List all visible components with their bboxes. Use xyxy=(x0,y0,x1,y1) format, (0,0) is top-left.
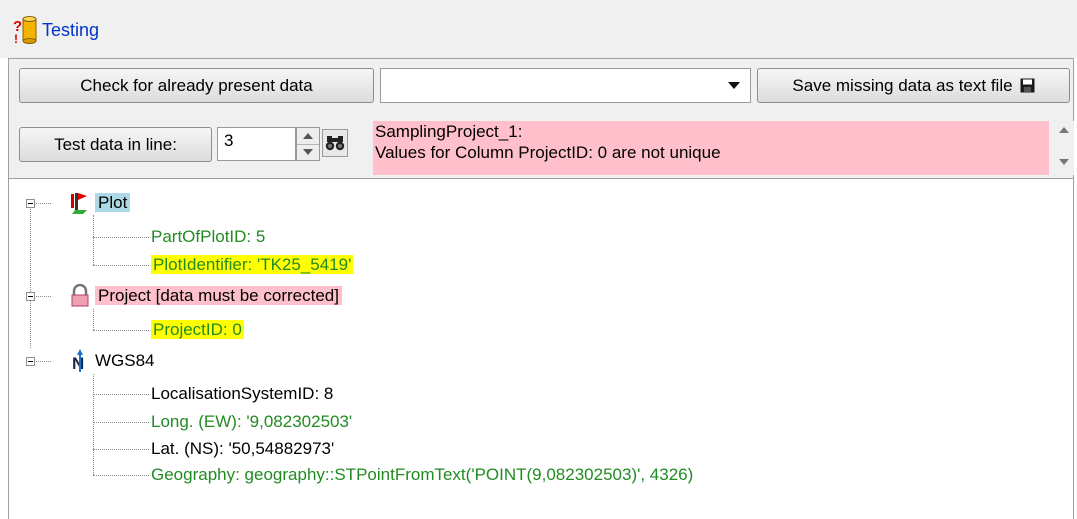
tree-leaf[interactable]: PlotIdentifier: 'TK25_5419' xyxy=(151,253,354,277)
scroll-up-icon[interactable] xyxy=(1059,127,1069,133)
tree-node-plot[interactable]: Plot xyxy=(95,191,131,215)
tree-node-project[interactable]: Project [data must be corrected] xyxy=(95,284,342,308)
check-present-data-button[interactable]: Check for already present data xyxy=(19,68,374,103)
chevron-down-icon[interactable] xyxy=(728,82,740,89)
line-number-value: 3 xyxy=(224,131,234,150)
test-data-in-line-button[interactable]: Test data in line: xyxy=(19,127,212,162)
window-title: Testing xyxy=(42,20,100,40)
tree-leaf[interactable]: Lat. (NS): '50,54882973' xyxy=(151,437,334,461)
title-bar: ? ! Testing xyxy=(0,0,1077,58)
tree-connector xyxy=(93,237,149,238)
svg-text:N: N xyxy=(72,354,84,373)
message-line-2: Values for Column ProjectID: 0 are not u… xyxy=(375,143,721,162)
tree-leaf-label: Geography: geography::STPointFromText('P… xyxy=(151,465,694,484)
message-line-1: SamplingProject_1: xyxy=(375,122,523,141)
scroll-down-icon[interactable] xyxy=(1059,159,1069,165)
tree-leaf[interactable]: Geography: geography::STPointFromText('P… xyxy=(151,463,693,487)
collapse-toggle[interactable] xyxy=(26,199,35,208)
lock-icon xyxy=(71,284,89,307)
tree-connector xyxy=(93,265,149,266)
tree-node-wgs84[interactable]: WGS84 xyxy=(95,349,155,373)
result-tree[interactable]: Plot PartOfPlotID: 5 PlotIdentifier: 'TK… xyxy=(8,178,1074,519)
tree-connector xyxy=(93,475,149,476)
tree-leaf[interactable]: LocalisationSystemID: 8 xyxy=(151,382,333,406)
stepper-up-button[interactable] xyxy=(297,128,319,145)
tree-node-label: Plot xyxy=(95,193,131,212)
test-result-message: SamplingProject_1: Values for Column Pro… xyxy=(373,121,1049,175)
chevron-down-icon xyxy=(303,149,313,155)
save-missing-data-button[interactable]: Save missing data as text file xyxy=(757,68,1070,103)
line-number-input[interactable]: 3 xyxy=(217,127,296,161)
save-missing-data-label: Save missing data as text file xyxy=(792,75,1013,95)
tree-node-label: Project [data must be corrected] xyxy=(95,286,342,305)
collapse-toggle[interactable] xyxy=(26,292,35,301)
tree-connector xyxy=(36,296,51,297)
tree-wgs-line xyxy=(93,374,94,475)
svg-text:!: ! xyxy=(14,32,18,45)
collapse-toggle[interactable] xyxy=(26,357,35,366)
tree-leaf-label: Lat. (NS): '50,54882973' xyxy=(151,439,335,458)
chevron-up-icon xyxy=(303,133,313,139)
tree-leaf[interactable]: PartOfPlotID: 5 xyxy=(151,225,265,249)
tree-project-line xyxy=(93,309,94,330)
tree-connector xyxy=(93,330,149,331)
tree-leaf[interactable]: ProjectID: 0 xyxy=(151,318,244,342)
floppy-disk-icon xyxy=(1020,78,1035,93)
message-scrollbar[interactable] xyxy=(1054,121,1074,175)
tree-connector xyxy=(93,449,149,450)
tree-leaf[interactable]: Long. (EW): '9,082302503' xyxy=(151,410,352,434)
tree-leaf-label: ProjectID: 0 xyxy=(151,320,244,339)
tree-connector xyxy=(36,203,51,204)
binoculars-icon xyxy=(325,136,345,151)
testing-icon: ? ! xyxy=(13,16,37,45)
plot-flag-icon xyxy=(71,193,87,214)
check-present-data-label: Check for already present data xyxy=(80,75,313,95)
north-arrow-icon: N xyxy=(72,349,84,373)
tree-leaf-label: PlotIdentifier: 'TK25_5419' xyxy=(151,255,354,274)
tree-plot-line xyxy=(93,215,94,265)
table-select-combo[interactable] xyxy=(380,68,751,103)
stepper-down-button[interactable] xyxy=(297,144,319,160)
tree-root-line xyxy=(30,203,31,348)
test-data-in-line-label: Test data in line: xyxy=(54,134,177,154)
find-button[interactable] xyxy=(322,129,348,157)
tree-connector xyxy=(93,422,149,423)
tree-connector xyxy=(36,361,51,362)
tree-leaf-label: LocalisationSystemID: 8 xyxy=(151,384,334,403)
tree-leaf-label: Long. (EW): '9,082302503' xyxy=(151,412,353,431)
tree-leaf-label: PartOfPlotID: 5 xyxy=(151,227,266,246)
tree-connector xyxy=(93,394,149,395)
line-number-stepper[interactable] xyxy=(296,127,320,161)
tree-node-label: WGS84 xyxy=(95,351,155,370)
